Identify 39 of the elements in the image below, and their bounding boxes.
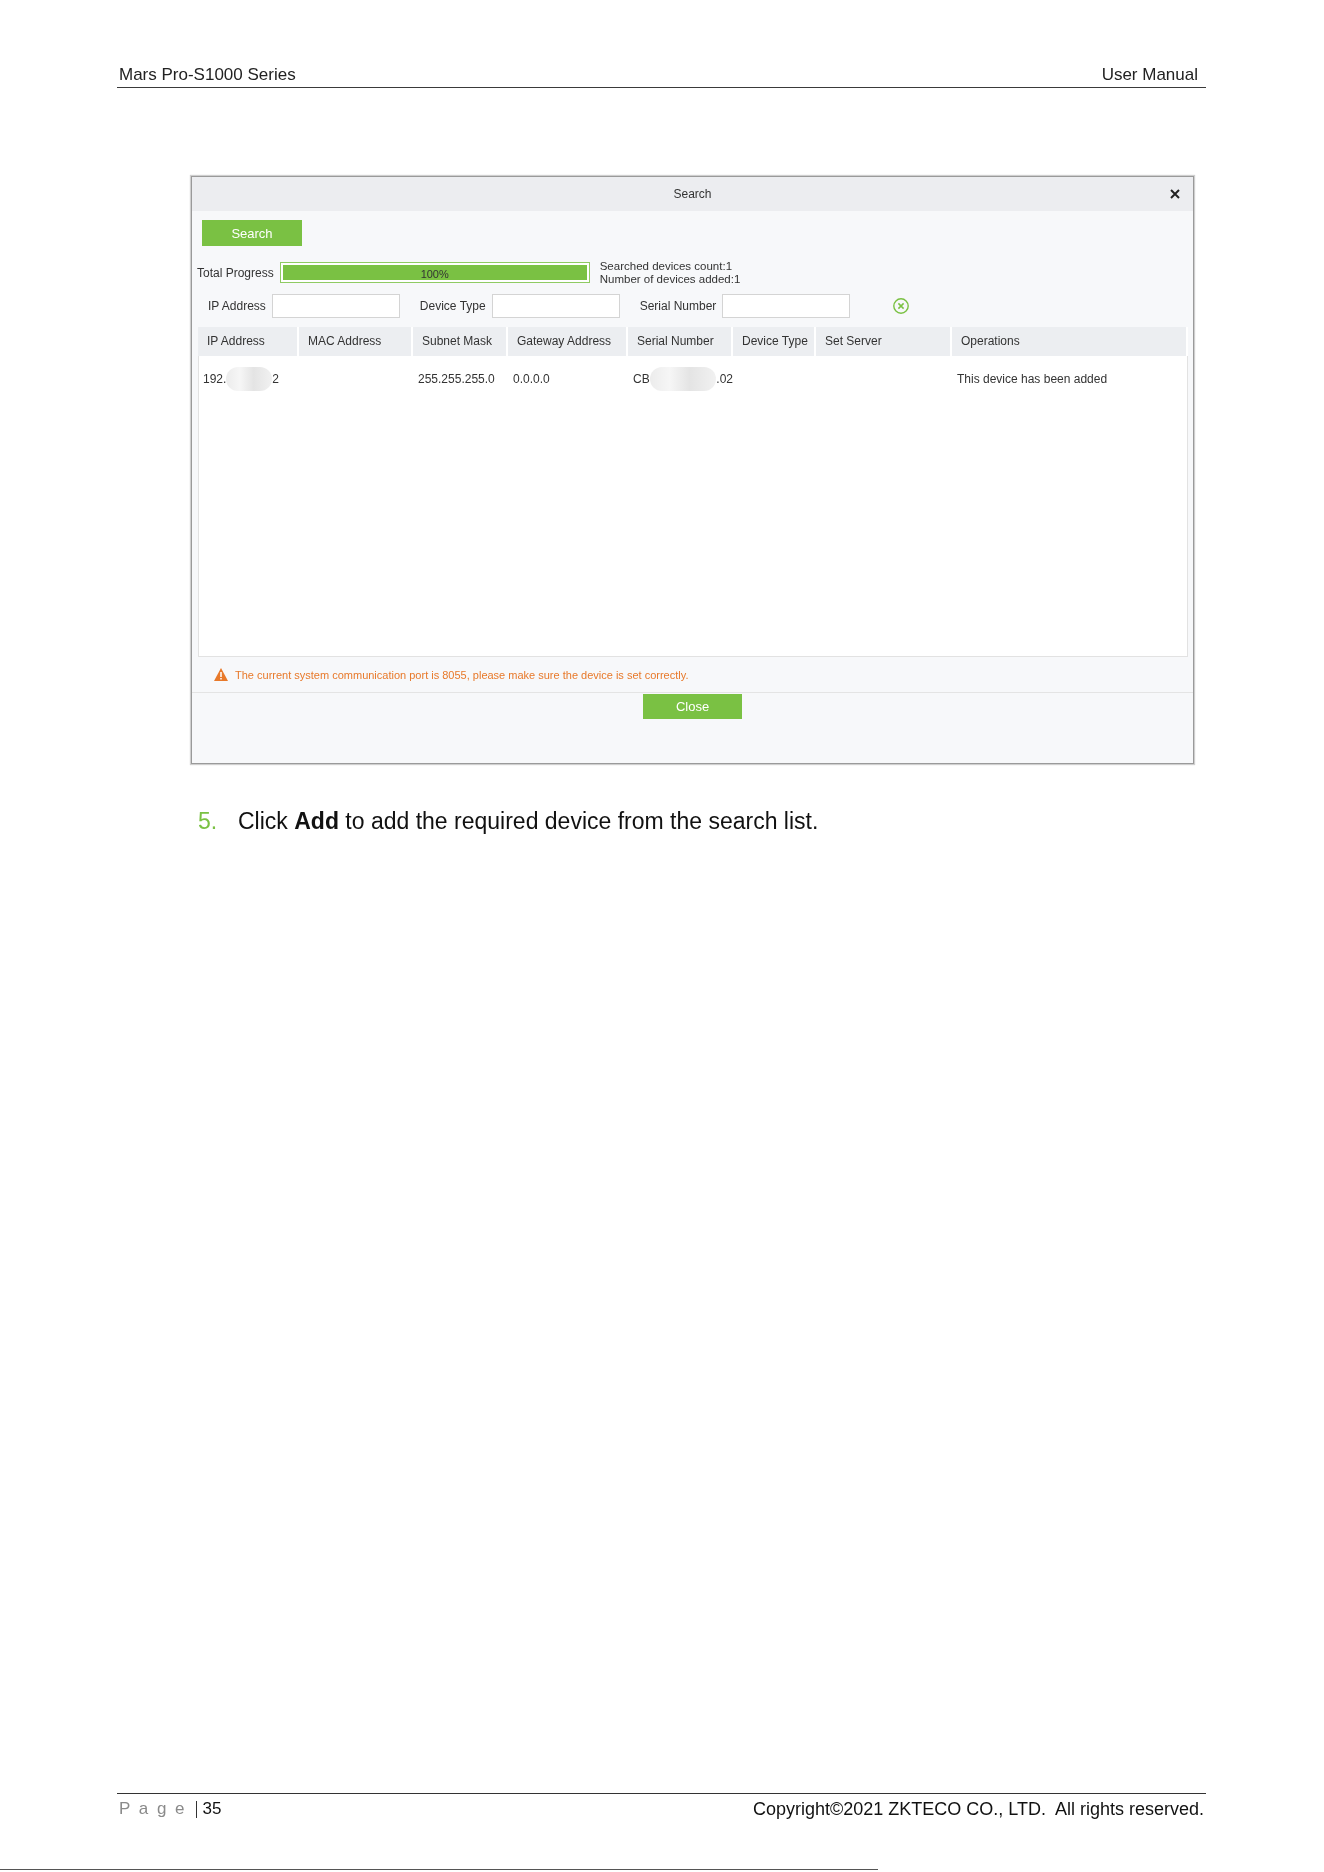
dialog-title: Search <box>673 187 712 201</box>
column-header: Subnet Mask <box>413 327 508 356</box>
filter-label: IP Address <box>208 299 266 313</box>
cell-text: 2 <box>272 372 280 386</box>
column-header: Serial Number <box>628 327 733 356</box>
column-header: Device Type <box>733 327 816 356</box>
page-number: 35 <box>202 1798 222 1820</box>
column-header: MAC Address <box>299 327 413 356</box>
progress-reading: 100% <box>420 268 449 281</box>
progress-label: Total Progress <box>197 265 274 280</box>
search-stat: Searched devices count:1 <box>599 260 734 273</box>
search-button[interactable]: Search <box>202 220 302 246</box>
page-label: P a g e <box>119 1798 187 1820</box>
close-button[interactable]: Close <box>643 694 742 719</box>
column-header: Gateway Address <box>508 327 628 356</box>
input-field[interactable] <box>271 294 400 318</box>
cross-circle-icon[interactable] <box>893 298 910 314</box>
warning-message: The current system communication port is 8055, please make sure the device is set correctly. <box>235 668 689 681</box>
step-number: 5. <box>198 807 219 835</box>
column-header: Operations <box>952 327 1188 356</box>
section-title: User Manual <box>1101 64 1198 85</box>
column-header: Set Server <box>816 327 952 356</box>
search-stat: Number of devices added:1 <box>599 272 741 285</box>
cell-text: .02 <box>716 372 733 386</box>
filter-label: Serial Number <box>639 299 717 313</box>
input-field[interactable] <box>491 294 620 318</box>
table-cell-text: 0.0.0.0 <box>512 372 551 386</box>
running-title: Mars Pro-S1000 Series <box>119 64 296 85</box>
filter-label: Device Type <box>419 299 486 313</box>
column-header: IP Address <box>198 327 299 356</box>
step-text: Click Add to add the required device from the search list. <box>238 807 819 835</box>
table-cell-text: This device has been added <box>956 372 1109 386</box>
close-icon[interactable] <box>1170 189 1180 199</box>
cell-text: CB <box>633 372 650 386</box>
copyright-notice: Copyright©2021 ZKTECO CO., LTD. All rights reserved. <box>752 1798 1204 1820</box>
table-cell-text: 255.255.255.0 <box>417 372 496 386</box>
warning-icon <box>214 668 228 681</box>
input-field[interactable] <box>722 294 851 318</box>
cell-text: 192. <box>203 372 227 386</box>
